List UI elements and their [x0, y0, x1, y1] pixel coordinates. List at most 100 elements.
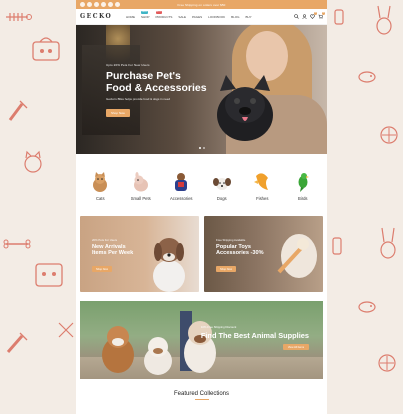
tumblr-icon[interactable] [115, 2, 120, 7]
instagram-icon[interactable] [94, 2, 99, 7]
hero-content: Upto 20% Pets For New Users Purchase Pet… [106, 63, 207, 119]
wishlist-count: 0 [314, 12, 317, 15]
search-icon[interactable] [294, 14, 299, 19]
hero-bulldog-graphic [217, 75, 273, 141]
hero-subtitle: Gecko's Bliss helps provide food & dogs … [106, 97, 171, 101]
rabbit-doodle-icon [372, 4, 396, 36]
nav-blog[interactable]: Blog [231, 15, 239, 19]
rabbit-doodle-icon-2 [376, 226, 400, 260]
banner-content: Free Shipping Available Popular Toys Acc… [216, 238, 264, 275]
cat-doodle-icon [20, 150, 46, 176]
youtube-icon[interactable] [108, 2, 113, 7]
wide-banner-kicker: 10% Free Shipping Discount [200, 325, 237, 329]
feeder-doodle-icon-2 [330, 236, 344, 258]
banner-kicker: 20% Pets For Users [92, 238, 118, 242]
new-arrivals-banner[interactable]: 20% Pets For Users New Arrivals Items Pe… [80, 216, 199, 292]
storefront-page: Free Shipping on orders over $50 GECKO H… [76, 0, 327, 414]
new-arrivals-shop-button[interactable]: Shop Now [92, 266, 112, 273]
featured-collections-heading: Featured Collections [76, 391, 327, 400]
nav-shop-label: Shop [141, 14, 150, 19]
wide-banner-content: 10% Free Shipping Discount Find The Best… [201, 325, 309, 350]
site-header: GECKO Home New Shop Hot Products Sale Pa… [76, 9, 327, 25]
new-badge: New [141, 10, 149, 14]
feeder-doodle-icon [332, 8, 346, 28]
category-fishes[interactable]: Fishes [245, 170, 279, 201]
category-label: Small Pets [130, 195, 151, 201]
hero-slider: Upto 20% Pets For New Users Purchase Pet… [76, 25, 327, 154]
view-all-items-button[interactable]: View All Items [282, 344, 309, 350]
fish-image [252, 170, 272, 192]
hero-title: Purchase Pet's Food & Accessories [106, 70, 207, 94]
nav-products[interactable]: Hot Products [155, 10, 173, 19]
category-label: Cats [95, 195, 105, 201]
cart-count: 0 [322, 12, 325, 15]
brush-doodle-icon [6, 98, 30, 124]
animal-supplies-banner[interactable]: 10% Free Shipping Discount Find The Best… [80, 301, 323, 379]
category-cats[interactable]: Cats [83, 170, 117, 201]
nav-products-label: Products [155, 14, 173, 19]
cart-icon[interactable]: 0 [318, 12, 325, 19]
popular-toys-shop-button[interactable]: Shop Now [216, 266, 236, 273]
hero-kicker: Upto 20% Pets For New Users [106, 63, 150, 67]
banner-kicker: Free Shipping Available [216, 238, 246, 242]
hero-title-line2: Food & Accessories [106, 81, 207, 94]
rabbit-image [131, 170, 151, 192]
banner-title: Popular Toys Accessories -30% [216, 244, 264, 257]
category-accessories[interactable]: Accessories [164, 170, 198, 201]
banner-title-line1: New Arrivals [92, 244, 126, 250]
logo[interactable]: GECKO [80, 13, 126, 20]
banner-title: New Arrivals Items Per Week [92, 244, 133, 257]
pet-carrier-doodle-icon [30, 34, 64, 64]
hot-badge: Hot [155, 10, 163, 14]
dog-image [212, 170, 232, 192]
banner-title-line2: Items Per Week [92, 250, 134, 257]
bird-doodle-icon [356, 70, 378, 84]
bird-doodle-icon-2 [356, 300, 378, 314]
category-birds[interactable]: Birds [286, 170, 320, 201]
nav-buy[interactable]: Buy [246, 15, 252, 19]
food-bag-doodle-icon [32, 258, 66, 290]
dog-sweater-image [171, 170, 191, 192]
banner-title-line1: Popular Toys [216, 244, 252, 250]
bone-doodle-icon [2, 238, 32, 250]
ball-doodle-icon-2 [376, 352, 398, 374]
hero-shop-button[interactable]: Shop Now [106, 109, 130, 117]
puppy-graphic [153, 238, 185, 292]
pinterest-icon[interactable] [101, 2, 106, 7]
hero-title-line1: Purchase Pet's [106, 70, 181, 82]
nav-shop[interactable]: New Shop [141, 10, 150, 19]
social-links [80, 2, 120, 7]
fishbone-doodle-icon [4, 10, 32, 24]
slider-dots [198, 147, 205, 149]
heart-icon[interactable]: 0 [310, 12, 317, 19]
nav-lookbook[interactable]: Lookbook [208, 15, 225, 19]
popular-toys-banner[interactable]: Free Shipping Available Popular Toys Acc… [204, 216, 323, 292]
nav-sale[interactable]: Sale [178, 15, 186, 19]
user-icon[interactable] [302, 14, 307, 19]
category-label: Accessories [169, 195, 193, 201]
parrot-image [293, 170, 313, 192]
nav-home[interactable]: Home [126, 15, 135, 19]
category-label: Birds [297, 195, 308, 201]
facebook-icon[interactable] [80, 2, 85, 7]
category-list: Cats Small Pets Accessories Dogs Fishes [76, 154, 327, 216]
banner-title-line2: Accessories -30% [216, 250, 264, 257]
announcement-bar: Free Shipping on orders over $50 [76, 0, 327, 9]
slider-dot[interactable] [202, 147, 205, 149]
wide-banner-title: Find The Best Animal Supplies [200, 331, 309, 340]
toy-hand-graphic [277, 234, 317, 278]
banner-content: 20% Pets For Users New Arrivals Items Pe… [92, 238, 133, 275]
nav-pages[interactable]: Pages [192, 15, 202, 19]
promo-banners: 20% Pets For Users New Arrivals Items Pe… [76, 216, 327, 292]
twitter-icon[interactable] [87, 2, 92, 7]
ball-doodle-icon [378, 124, 400, 146]
header-icons: 0 0 [294, 12, 325, 19]
promo-text: Free Shipping on orders over $50 [177, 2, 226, 7]
category-label: Dogs [216, 195, 227, 201]
category-small-pets[interactable]: Small Pets [124, 170, 158, 201]
heading-underline [194, 399, 209, 400]
slider-dot[interactable] [198, 147, 201, 149]
cat-image [90, 170, 110, 192]
category-dogs[interactable]: Dogs [205, 170, 239, 201]
brush-doodle-icon-2 [4, 330, 30, 356]
